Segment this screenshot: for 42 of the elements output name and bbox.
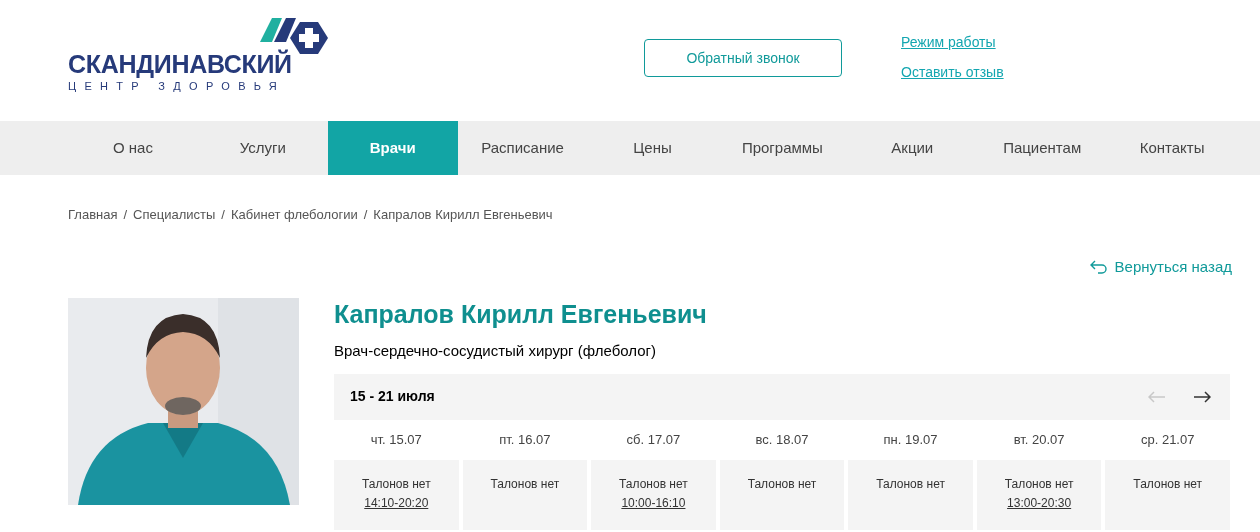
logo-tagline: ЦЕНТР ЗДОРОВЬЯ xyxy=(68,79,287,93)
slot-status: Талонов нет xyxy=(747,476,817,491)
day-date: сб. 17.07 xyxy=(626,430,681,449)
nav-tab[interactable]: Услуги xyxy=(197,121,328,175)
day-date: чт. 15.07 xyxy=(370,430,422,449)
hours-link[interactable]: 13:00-20:30 xyxy=(1007,495,1072,510)
nav-tab[interactable]: Программы xyxy=(717,121,848,175)
day-date: вс. 18.07 xyxy=(755,430,809,449)
back-arrow-icon xyxy=(1088,260,1107,275)
hours-link[interactable]: 14:10-20:20 xyxy=(364,495,429,510)
week-range: 15 - 21 июля xyxy=(350,387,436,406)
back-link[interactable]: Вернуться назад xyxy=(1088,256,1232,279)
breadcrumb-separator: / xyxy=(221,206,225,225)
day-date: вт. 20.07 xyxy=(1013,430,1065,449)
breadcrumb-link[interactable]: Кабинет флебологии xyxy=(231,205,358,225)
doctor-specialty: Врач-сердечно-сосудистый хирург (флеболог) xyxy=(334,341,658,360)
doctor-name: Капралов Кирилл Евгеньевич xyxy=(334,298,708,329)
day-date: пн. 19.07 xyxy=(883,430,938,449)
breadcrumb-link[interactable]: Специалисты xyxy=(133,205,216,225)
current-page-label: Капралов Кирилл Евгеньевич xyxy=(373,206,553,225)
slot-status: Талонов нет xyxy=(1004,476,1074,491)
slot-status: Талонов нет xyxy=(490,476,560,491)
day-date: пт. 16.07 xyxy=(499,430,551,449)
logo-name: СКАНДИНАВСКИЙ xyxy=(68,50,292,78)
breadcrumb-link[interactable]: Главная xyxy=(68,205,118,225)
slot-status: Талонов нет xyxy=(1133,476,1203,491)
breadcrumb-separator: / xyxy=(363,206,368,225)
slot-status: Талонов нет xyxy=(361,476,431,491)
breadcrumb-separator: / xyxy=(123,206,128,225)
nav-tab[interactable]: Расписание xyxy=(457,121,588,175)
nav-tab[interactable]: О нас xyxy=(68,121,198,175)
hours-link[interactable]: 10:00-16:10 xyxy=(621,495,686,510)
callback-button[interactable]: Обратный звонок xyxy=(644,39,842,77)
nav-tab[interactable]: Цены xyxy=(587,121,718,175)
right-arrow-icon xyxy=(1193,390,1211,403)
left-arrow-icon xyxy=(1148,390,1166,403)
slot-status: Талонов нет xyxy=(619,476,688,491)
nav-tab[interactable]: Контакты xyxy=(1107,121,1237,175)
nav-tab[interactable]: Акции xyxy=(847,121,978,175)
slot-status: Талонов нет xyxy=(876,476,945,491)
nav-tab[interactable]: Пациентам xyxy=(977,121,1108,175)
day-date: ср. 21.07 xyxy=(1140,430,1195,449)
